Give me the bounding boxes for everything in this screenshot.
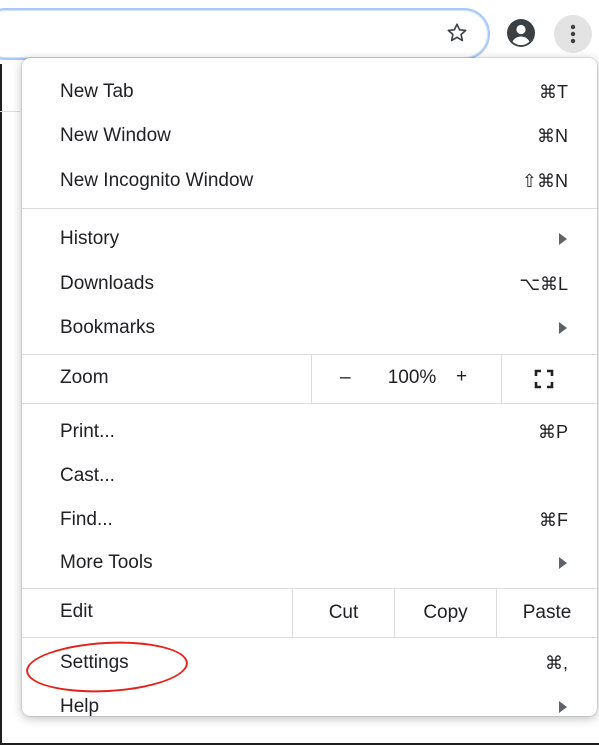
chrome-app-menu: New Tab ⌘T New Window ⌘N New Incognito W…	[22, 58, 597, 717]
toolbar-divider	[0, 111, 20, 112]
menu-item-print[interactable]: Print... ⌘P	[22, 410, 597, 454]
menu-item-label: Print...	[60, 421, 115, 442]
menu-item-shortcut: ⌥⌘L	[519, 273, 568, 294]
menu-item-new-incognito-window[interactable]: New Incognito Window ⇧⌘N	[22, 159, 597, 203]
kebab-menu-icon	[570, 24, 576, 44]
profile-icon[interactable]	[505, 17, 537, 49]
cut-button[interactable]: Cut	[293, 589, 394, 637]
menu-separator	[22, 403, 597, 404]
kebab-menu-button[interactable]	[554, 15, 592, 53]
zoom-label: Zoom	[60, 367, 109, 388]
copy-button-label: Copy	[423, 602, 468, 623]
edit-row: Edit Cut Copy Paste	[22, 589, 597, 637]
menu-item-shortcut: ⌘N	[537, 125, 568, 146]
menu-item-cast[interactable]: Cast...	[22, 454, 597, 498]
menu-item-label: Bookmarks	[60, 317, 156, 338]
zoom-divider	[501, 355, 502, 403]
cut-button-label: Cut	[328, 602, 359, 623]
menu-item-more-tools[interactable]: More Tools	[22, 541, 597, 585]
menu-item-shortcut: ⌘F	[539, 509, 568, 530]
menu-item-new-tab[interactable]: New Tab ⌘T	[22, 70, 597, 114]
menu-separator	[22, 208, 597, 209]
paste-button[interactable]: Paste	[497, 589, 597, 637]
menu-item-bookmarks[interactable]: Bookmarks	[22, 306, 597, 350]
fullscreen-icon[interactable]	[532, 367, 556, 391]
menu-item-label: Cast...	[60, 465, 115, 486]
menu-item-label: New Window	[60, 125, 171, 146]
copy-button[interactable]: Copy	[395, 589, 496, 637]
menu-item-find[interactable]: Find... ⌘F	[22, 498, 597, 542]
paste-button-label: Paste	[522, 602, 572, 623]
zoom-in-button[interactable]: +	[456, 366, 467, 388]
menu-item-history[interactable]: History	[22, 217, 597, 261]
menu-item-label: Find...	[60, 509, 113, 530]
menu-item-label: History	[60, 228, 120, 249]
browser-toolbar	[0, 0, 599, 64]
edit-label: Edit	[60, 601, 93, 622]
menu-item-shortcut: ⇧⌘N	[521, 170, 568, 191]
star-icon[interactable]	[443, 19, 471, 47]
menu-item-label: Help	[60, 696, 100, 717]
zoom-level: 100%	[387, 367, 437, 388]
submenu-arrow-icon	[559, 557, 567, 569]
menu-item-label: New Incognito Window	[60, 170, 254, 191]
address-bar[interactable]	[0, 8, 490, 60]
zoom-out-button[interactable]: –	[340, 367, 351, 389]
zoom-row: Zoom – 100% +	[22, 355, 597, 403]
menu-separator	[22, 637, 597, 638]
submenu-arrow-icon	[559, 322, 567, 334]
menu-item-label: New Tab	[60, 81, 134, 102]
submenu-arrow-icon	[559, 233, 567, 245]
menu-item-shortcut: ⌘,	[544, 652, 568, 673]
menu-item-shortcut: ⌘P	[537, 421, 568, 442]
menu-item-label: Downloads	[60, 273, 154, 294]
menu-item-label: More Tools	[60, 552, 153, 573]
submenu-arrow-icon	[559, 701, 567, 713]
menu-item-new-window[interactable]: New Window ⌘N	[22, 114, 597, 158]
menu-item-downloads[interactable]: Downloads ⌥⌘L	[22, 262, 597, 306]
menu-item-shortcut: ⌘T	[539, 81, 568, 102]
zoom-divider	[311, 355, 312, 403]
